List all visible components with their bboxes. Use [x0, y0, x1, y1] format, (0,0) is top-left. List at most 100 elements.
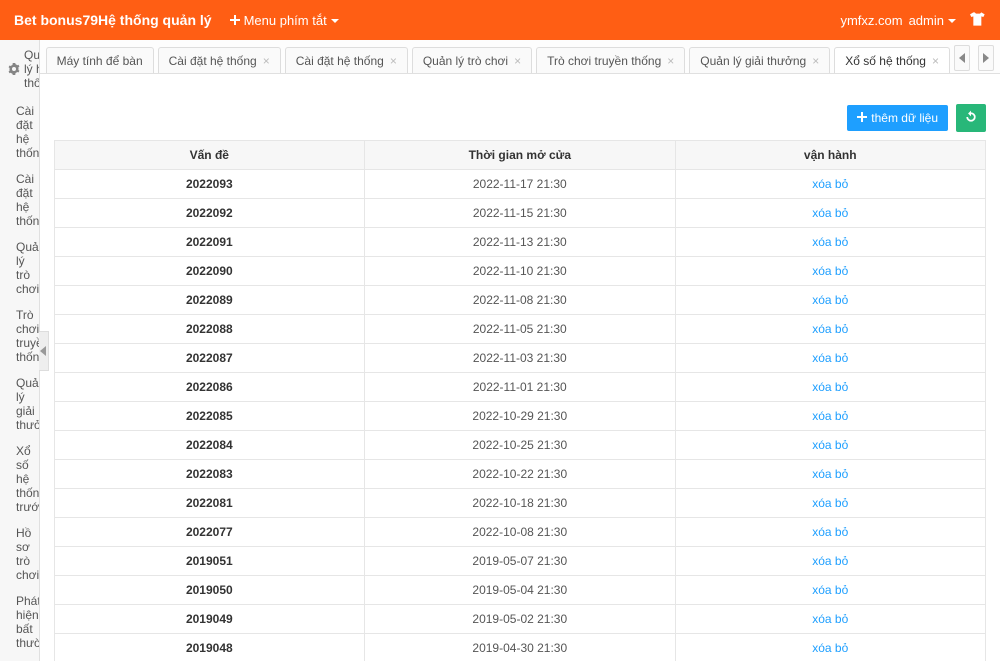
delete-link[interactable]: xóa bỏ — [812, 438, 848, 452]
tab[interactable]: Quản lý trò chơi × — [412, 47, 532, 74]
cell-issue: 2022081 — [54, 489, 364, 518]
col-issue: Vấn đề — [54, 141, 364, 170]
cell-issue: 2019049 — [54, 605, 364, 634]
cell-issue: 2022092 — [54, 199, 364, 228]
cell-open-time: 2022-11-15 21:30 — [365, 199, 675, 228]
delete-link[interactable]: xóa bỏ — [812, 264, 848, 278]
app-brand: Bet bonus79Hệ thống quản lý — [14, 12, 212, 28]
tab-label: Cài đặt hệ thống — [296, 54, 384, 68]
sidebar-item[interactable]: Quản lý trò chơi — [0, 234, 39, 302]
sidebar-group-head[interactable]: Quản lý hệ thống — [0, 40, 39, 98]
sidebar-item[interactable]: Cài đặt hệ thống — [0, 166, 39, 234]
delete-link[interactable]: xóa bỏ — [812, 641, 848, 655]
cell-operate: xóa bỏ — [675, 460, 985, 489]
admin-label: admin — [909, 13, 944, 28]
delete-link[interactable]: xóa bỏ — [812, 583, 848, 597]
chevron-down-icon — [331, 13, 339, 28]
cell-issue: 2022087 — [54, 344, 364, 373]
delete-link[interactable]: xóa bỏ — [812, 235, 848, 249]
sidebar-collapse-handle[interactable] — [39, 331, 49, 371]
cell-operate: xóa bỏ — [675, 257, 985, 286]
close-icon[interactable]: × — [812, 54, 819, 68]
delete-link[interactable]: xóa bỏ — [812, 380, 848, 394]
tshirt-icon[interactable] — [970, 11, 986, 30]
cell-issue: 2022089 — [54, 286, 364, 315]
delete-link[interactable]: xóa bỏ — [812, 293, 848, 307]
cell-operate: xóa bỏ — [675, 547, 985, 576]
cell-operate: xóa bỏ — [675, 344, 985, 373]
admin-menu[interactable]: admin — [909, 13, 956, 28]
tab[interactable]: Máy tính để bàn — [46, 47, 154, 74]
cell-open-time: 2022-10-22 21:30 — [365, 460, 675, 489]
cell-operate: xóa bỏ — [675, 315, 985, 344]
cell-operate: xóa bỏ — [675, 576, 985, 605]
cell-open-time: 2022-11-01 21:30 — [365, 373, 675, 402]
cell-operate: xóa bỏ — [675, 373, 985, 402]
cell-issue: 2022090 — [54, 257, 364, 286]
cell-operate: xóa bỏ — [675, 199, 985, 228]
refresh-icon — [964, 110, 978, 127]
delete-link[interactable]: xóa bỏ — [812, 525, 848, 539]
sidebar-group-label: Quản lý hệ thống — [24, 48, 40, 90]
menu-shortcut-button[interactable]: Menu phím tắt — [230, 13, 339, 28]
sidebar-item[interactable]: Phát hiện bất thường — [0, 656, 39, 661]
cell-open-time: 2019-05-02 21:30 — [365, 605, 675, 634]
cell-operate: xóa bỏ — [675, 402, 985, 431]
cell-operate: xóa bỏ — [675, 286, 985, 315]
tab[interactable]: Cài đặt hệ thống× — [158, 47, 281, 74]
table-row: 20220852022-10-29 21:30xóa bỏ — [54, 402, 985, 431]
cell-issue: 2022088 — [54, 315, 364, 344]
tab[interactable]: Trò chơi truyền thống× — [536, 47, 685, 74]
delete-link[interactable]: xóa bỏ — [812, 351, 848, 365]
cell-issue: 2022077 — [54, 518, 364, 547]
tabs-scroll-right[interactable] — [978, 45, 994, 71]
cell-operate: xóa bỏ — [675, 605, 985, 634]
delete-link[interactable]: xóa bỏ — [812, 409, 848, 423]
tab[interactable]: Quản lý giải thưởng × — [689, 47, 830, 74]
refresh-button[interactable] — [956, 104, 986, 132]
sidebar-item[interactable]: Trò chơi truyền thống — [0, 302, 39, 370]
sidebar-item[interactable]: Xổ số hệ thống trước — [0, 438, 39, 520]
cell-issue: 2022091 — [54, 228, 364, 257]
table-row: 20220862022-11-01 21:30xóa bỏ — [54, 373, 985, 402]
close-icon[interactable]: × — [932, 54, 939, 68]
sidebar-item[interactable]: Phát hiện bất thường — [0, 588, 39, 656]
tab-label: Xổ số hệ thống — [845, 54, 926, 68]
cell-operate: xóa bỏ — [675, 170, 985, 199]
add-data-button[interactable]: thêm dữ liệu — [847, 105, 948, 131]
close-icon[interactable]: × — [667, 54, 674, 68]
cell-issue: 2019048 — [54, 634, 364, 661]
tab-label: Quản lý trò chơi — [423, 54, 508, 68]
cell-operate: xóa bỏ — [675, 228, 985, 257]
close-icon[interactable]: × — [514, 54, 521, 68]
cell-open-time: 2022-11-13 21:30 — [365, 228, 675, 257]
domain-label: ymfxz.com — [840, 13, 902, 28]
delete-link[interactable]: xóa bỏ — [812, 612, 848, 626]
delete-link[interactable]: xóa bỏ — [812, 322, 848, 336]
cell-issue: 2022083 — [54, 460, 364, 489]
sidebar-item[interactable]: Cài đặt hệ thống — [0, 98, 39, 166]
cell-open-time: 2022-10-29 21:30 — [365, 402, 675, 431]
tab-label: Quản lý giải thưởng — [700, 54, 806, 68]
cell-open-time: 2022-11-17 21:30 — [365, 170, 675, 199]
sidebar-item[interactable]: Hồ sơ trò chơi — [0, 520, 39, 588]
sidebar-item[interactable]: Quản lý giải thưởng — [0, 370, 39, 438]
plus-icon — [230, 13, 240, 28]
table-row: 20190502019-05-04 21:30xóa bỏ — [54, 576, 985, 605]
table-row: 20220912022-11-13 21:30 xóa bỏ — [54, 228, 985, 257]
top-header: Bet bonus79Hệ thống quản lý Menu phím tắ… — [0, 0, 1000, 40]
tab[interactable]: Cài đặt hệ thống × — [285, 47, 408, 74]
close-icon[interactable]: × — [263, 54, 270, 68]
table-row: 20190492019-05-02 21:30 xóa bỏ — [54, 605, 985, 634]
table-row: 20220882022-11-05 21:30xóa bỏ — [54, 315, 985, 344]
delete-link[interactable]: xóa bỏ — [812, 467, 848, 481]
tab-label: Máy tính để bàn — [57, 54, 143, 68]
tab[interactable]: Xổ số hệ thống × — [834, 47, 950, 74]
tabs-scroll-left[interactable] — [954, 45, 970, 71]
cell-operate: xóa bỏ — [675, 489, 985, 518]
delete-link[interactable]: xóa bỏ — [812, 554, 848, 568]
delete-link[interactable]: xóa bỏ — [812, 206, 848, 220]
delete-link[interactable]: xóa bỏ — [812, 496, 848, 510]
delete-link[interactable]: xóa bỏ — [812, 177, 848, 191]
close-icon[interactable]: × — [390, 54, 397, 68]
